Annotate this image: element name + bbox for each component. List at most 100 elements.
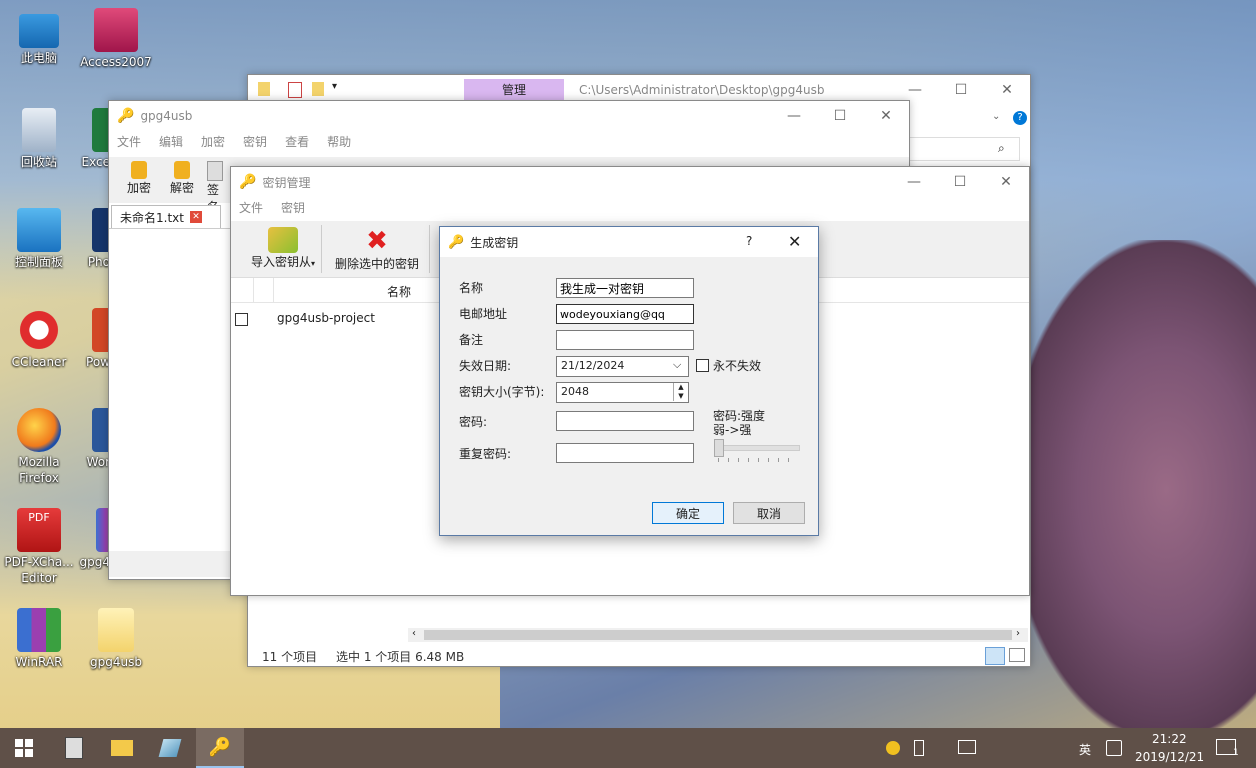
tab-untitled[interactable]: 未命名1.txt ✕ <box>111 205 221 228</box>
clock-time[interactable]: 21:22 <box>1152 732 1187 746</box>
scrollbar-thumb[interactable] <box>424 630 1012 640</box>
input-method-indicator[interactable]: 英 <box>1079 741 1091 758</box>
quick-access-dropdown-icon[interactable]: ▾ <box>332 81 337 92</box>
ribbon-expand-icon[interactable]: ⌄ <box>992 111 1000 122</box>
search-icon[interactable]: ⌕ <box>998 141 1005 156</box>
ime-settings-icon[interactable] <box>1106 740 1122 756</box>
details-view-icon[interactable] <box>985 647 1005 665</box>
menu-help[interactable]: 帮助 <box>327 133 351 150</box>
desktop-icon-gpg4usb-folder[interactable]: gpg4usb <box>80 608 152 670</box>
desktop-icon-photoshop[interactable]: Pho <box>70 208 110 270</box>
spin-down-icon[interactable]: ▼ <box>673 392 688 401</box>
column-header-name[interactable]: 名称 <box>387 283 411 300</box>
properties-icon <box>288 82 302 98</box>
maximize-button[interactable]: ☐ <box>938 75 984 105</box>
desktop-icon-excel[interactable]: Exce <box>70 108 110 170</box>
new-folder-icon <box>312 82 324 96</box>
taskbar-app[interactable] <box>146 728 194 768</box>
gpg4usb-titlebar[interactable]: 🔑 gpg4usb — ☐ ✕ <box>109 101 909 131</box>
close-tab-icon[interactable]: ✕ <box>189 211 202 223</box>
keysize-spinbox[interactable]: 2048 ▲ ▼ <box>556 382 689 403</box>
encrypt-button[interactable]: 加密 <box>119 161 159 196</box>
maximize-button[interactable]: ☐ <box>817 101 863 131</box>
ok-button[interactable]: 确定 <box>652 502 724 524</box>
close-button[interactable]: ✕ <box>983 167 1029 197</box>
chevron-down-icon[interactable]: ⌵ <box>673 358 681 372</box>
desktop-icon-pdf-xchange[interactable]: PDF PDF-XCha... Editor <box>3 508 75 586</box>
repeat-password-field[interactable] <box>556 443 694 463</box>
desktop-icon-ccleaner[interactable]: CCleaner <box>3 308 75 370</box>
column-divider <box>273 278 274 302</box>
usb-drive-icon[interactable] <box>914 740 924 756</box>
import-key-button[interactable]: 导入密钥从▾ <box>245 227 321 270</box>
key-row-checkbox[interactable] <box>235 313 248 326</box>
dialog-help-button[interactable]: ? <box>746 234 752 248</box>
windows-logo-icon <box>15 739 33 757</box>
clock-date[interactable]: 2019/12/21 <box>1135 750 1204 764</box>
tray-app-icon[interactable] <box>886 741 900 755</box>
cancel-button[interactable]: 取消 <box>733 502 805 524</box>
taskbar-calculator[interactable] <box>50 728 98 768</box>
menu-keys[interactable]: 密钥 <box>281 199 305 216</box>
control-panel-icon <box>17 208 61 252</box>
expire-date-picker[interactable]: 21/12/2024 ⌵ <box>556 356 689 377</box>
never-expire-checkbox[interactable] <box>696 359 709 372</box>
menu-keys[interactable]: 密钥 <box>243 133 267 150</box>
scroll-left-icon[interactable]: ‹ <box>412 628 416 639</box>
start-button[interactable] <box>0 728 48 768</box>
email-field[interactable] <box>556 304 694 324</box>
taskbar-gpg4usb[interactable]: 🔑 <box>196 728 244 768</box>
unlock-icon <box>174 161 190 179</box>
window-title: 密钥管理 <box>262 175 311 190</box>
status-item-count: 11 个项目 <box>262 650 318 664</box>
menu-file[interactable]: 文件 <box>117 133 141 150</box>
dialog-titlebar[interactable]: 🔑 生成密钥 ? ✕ <box>440 227 818 257</box>
decrypt-button[interactable]: 解密 <box>162 161 202 196</box>
maximize-button[interactable]: ☐ <box>937 167 983 197</box>
menu-edit[interactable]: 编辑 <box>159 133 183 150</box>
taskbar-file-explorer[interactable] <box>98 728 146 768</box>
scroll-right-icon[interactable]: › <box>1016 628 1020 639</box>
name-field[interactable] <box>556 278 694 298</box>
editor-area[interactable] <box>109 228 231 549</box>
menu-view[interactable]: 查看 <box>285 133 309 150</box>
desktop-icon-access[interactable]: Access2007 <box>80 8 152 70</box>
delete-key-button[interactable]: ✖ 删除选中的密钥 <box>331 227 423 272</box>
email-label: 电邮地址 <box>459 307 508 321</box>
generate-key-dialog[interactable]: 🔑 生成密钥 ? ✕ 名称 电邮地址 备注 失效日期: 21/12/2024 ⌵… <box>439 226 819 536</box>
comment-field[interactable] <box>556 330 694 350</box>
minimize-button[interactable]: — <box>891 167 937 197</box>
firefox-icon <box>17 408 61 452</box>
desktop-icon-control-panel[interactable]: 控制面板 <box>3 208 75 270</box>
window-title: gpg4usb <box>140 109 193 123</box>
desktop-icon-word[interactable]: Wor <box>70 408 110 470</box>
expire-date-value: 21/12/2024 <box>561 359 625 372</box>
large-icons-view-icon[interactable] <box>1009 648 1025 662</box>
encrypt-label: 加密 <box>126 181 151 195</box>
desktop-icon-winrar[interactable]: WinRAR <box>3 608 75 670</box>
desktop-icon-firefox[interactable]: Mozilla Firefox <box>3 408 75 486</box>
key-manager-titlebar[interactable]: 🔑 密钥管理 — ☐ ✕ <box>231 167 1029 197</box>
desktop-icon-label: gpg4 <box>79 555 111 569</box>
close-button[interactable]: ✕ <box>984 75 1030 105</box>
spin-up-icon[interactable]: ▲ <box>673 383 688 392</box>
desktop-icon-recycle-bin[interactable]: 回收站 <box>3 108 75 170</box>
minimize-button[interactable]: — <box>771 101 817 131</box>
network-icon[interactable] <box>958 740 976 754</box>
desktop-icon-powerpoint[interactable]: Pow <box>70 308 110 370</box>
key-manager-menubar: 文件 密钥 <box>231 197 1029 218</box>
password-label: 密码: <box>459 415 488 429</box>
desktop-icon-label: Access2007 <box>80 55 152 69</box>
keys-app-icon: 🔑 <box>117 108 135 124</box>
keys-app-icon: 🔑 <box>239 174 257 190</box>
desktop-icon-gpg4-archive[interactable]: gpg4 <box>70 508 110 570</box>
horizontal-scrollbar[interactable]: ‹ › <box>408 628 1028 642</box>
help-icon[interactable]: ? <box>1013 111 1027 125</box>
ribbon-tab-manage[interactable]: 管理 <box>464 79 564 101</box>
menu-encrypt[interactable]: 加密 <box>201 133 225 150</box>
dialog-close-button[interactable]: ✕ <box>788 232 801 251</box>
password-field[interactable] <box>556 411 694 431</box>
desktop-icon-this-pc[interactable]: 此电脑 <box>3 10 75 66</box>
close-button[interactable]: ✕ <box>863 101 909 131</box>
menu-file[interactable]: 文件 <box>239 199 263 216</box>
